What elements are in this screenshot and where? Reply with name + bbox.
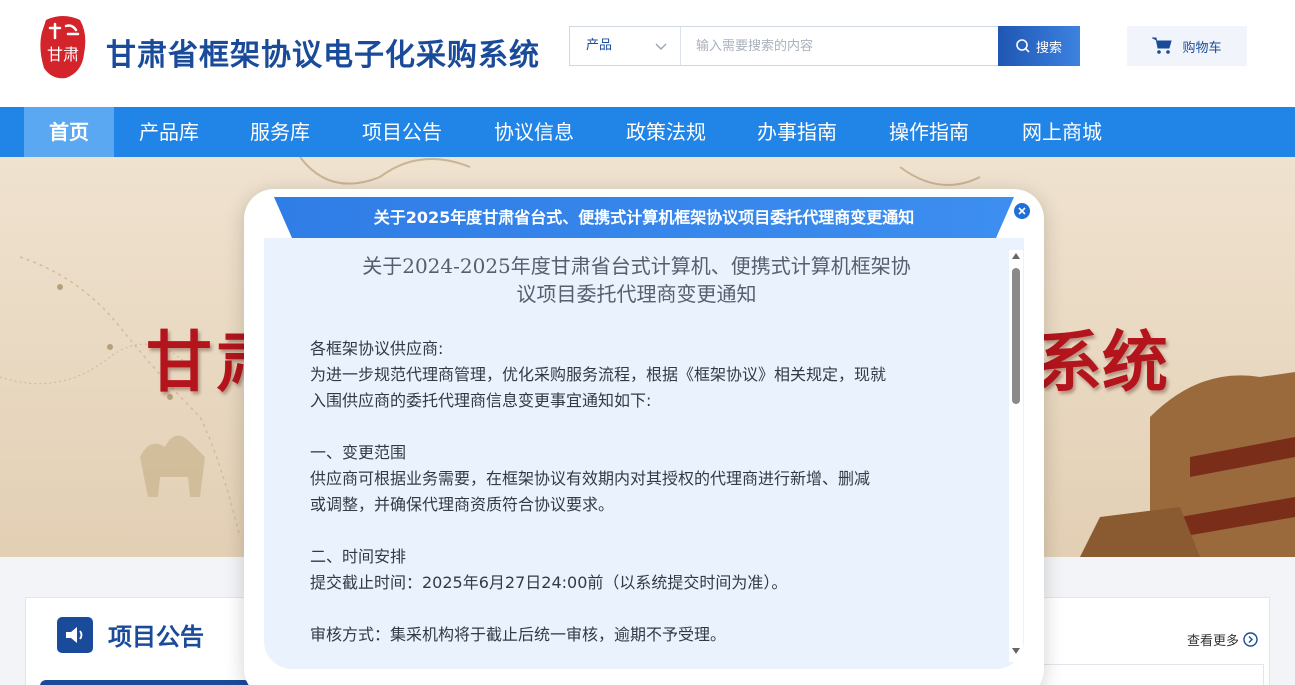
nav-item-guide[interactable]: 办事指南 [747,107,847,157]
document-title-line1: 关于2024-2025年度甘肃省台式计算机、便携式计算机框架协 [362,254,911,278]
document-title-line2: 议项目委托代理商变更通知 [516,282,757,306]
nav-item-services[interactable]: 服务库 [235,107,325,157]
modal-close-button[interactable] [1014,203,1030,219]
scrollbar-thumb[interactable] [1012,268,1020,404]
header: 甘肃 甘肃省框架协议电子化采购系统 产品 搜索 购物车 [0,0,1295,107]
document-paragraph: 为进一步规范代理商管理，优化采购服务流程，根据《框架协议》相关规定，现就 [310,365,887,384]
search-category-value: 产品 [586,38,613,53]
search-bar: 产品 搜索 [569,26,1080,66]
cart-button[interactable]: 购物车 [1127,26,1247,66]
tab-indicator [40,680,250,685]
close-icon [1018,207,1026,215]
site-logo[interactable]: 甘肃 [38,14,88,80]
document-paragraph: 或调整，并确保代理商资质符合协议要求。 [310,495,615,514]
nav-item-home[interactable]: 首页 [24,107,114,157]
document-paragraph: 审核方式：集采机构将于截止后统一审核，逾期不予受理。 [310,625,727,644]
logo-text: 甘肃 [47,45,79,64]
modal-header: 关于2025年度甘肃省台式、便携式计算机框架协议项目委托代理商变更通知 [274,197,1014,238]
section-title-project-notices: 项目公告 [108,623,204,651]
document-paragraph: 各框架协议供应商: [310,339,444,358]
nav-item-policies[interactable]: 政策法规 [616,107,716,157]
nav-item-operation-guide[interactable]: 操作指南 [879,107,979,157]
cart-label: 购物车 [1182,40,1222,56]
main-nav: 首页 产品库 服务库 项目公告 协议信息 政策法规 办事指南 操作指南 网上商城 [0,107,1295,157]
search-button-label: 搜索 [1035,40,1062,56]
shopping-cart-icon [1152,37,1173,54]
document-paragraph: 入围供应商的委托代理商信息变更事宜通知如下: [310,391,652,410]
document-heading: 一、变更范围 [310,443,407,462]
modal-content[interactable]: 关于2024-2025年度甘肃省台式计算机、便携式计算机框架协 议项目委托代理商… [264,238,1024,669]
scroll-up-icon[interactable] [1012,253,1020,259]
view-more-link[interactable]: 查看更多 [1187,630,1258,649]
document-paragraph: 供应商可根据业务需要，在框架协议有效期内对其授权的代理商进行新增、删减 [310,469,871,488]
document-paragraph: 提交截止时间：2025年6月27日24:00前（以系统提交时间为准）。 [310,573,788,592]
document-heading: 二、时间安排 [310,547,407,566]
nav-item-online-mall[interactable]: 网上商城 [1012,107,1112,157]
chevron-down-icon [655,43,667,50]
search-button[interactable]: 搜索 [998,26,1080,66]
nav-item-agreement-info[interactable]: 协议信息 [484,107,584,157]
search-input[interactable] [682,27,1000,65]
search-category-select[interactable]: 产品 [570,27,681,65]
modal-header-title: 关于2025年度甘肃省台式、便携式计算机框架协议项目委托代理商变更通知 [373,208,915,227]
chevron-right-circle-icon [1243,632,1258,647]
megaphone-icon [57,617,93,653]
side-panel [1020,664,1264,685]
document-title: 关于2024-2025年度甘肃省台式计算机、便携式计算机框架协 议项目委托代理商… [264,252,1009,308]
nav-item-project-notices[interactable]: 项目公告 [352,107,452,157]
view-more-label: 查看更多 [1187,634,1240,649]
site-title: 甘肃省框架协议电子化采购系统 [106,38,540,73]
nav-item-products[interactable]: 产品库 [124,107,214,157]
scroll-down-icon[interactable] [1012,648,1020,654]
banner-title-right: 系统 [1036,324,1168,401]
search-icon [1016,39,1030,53]
